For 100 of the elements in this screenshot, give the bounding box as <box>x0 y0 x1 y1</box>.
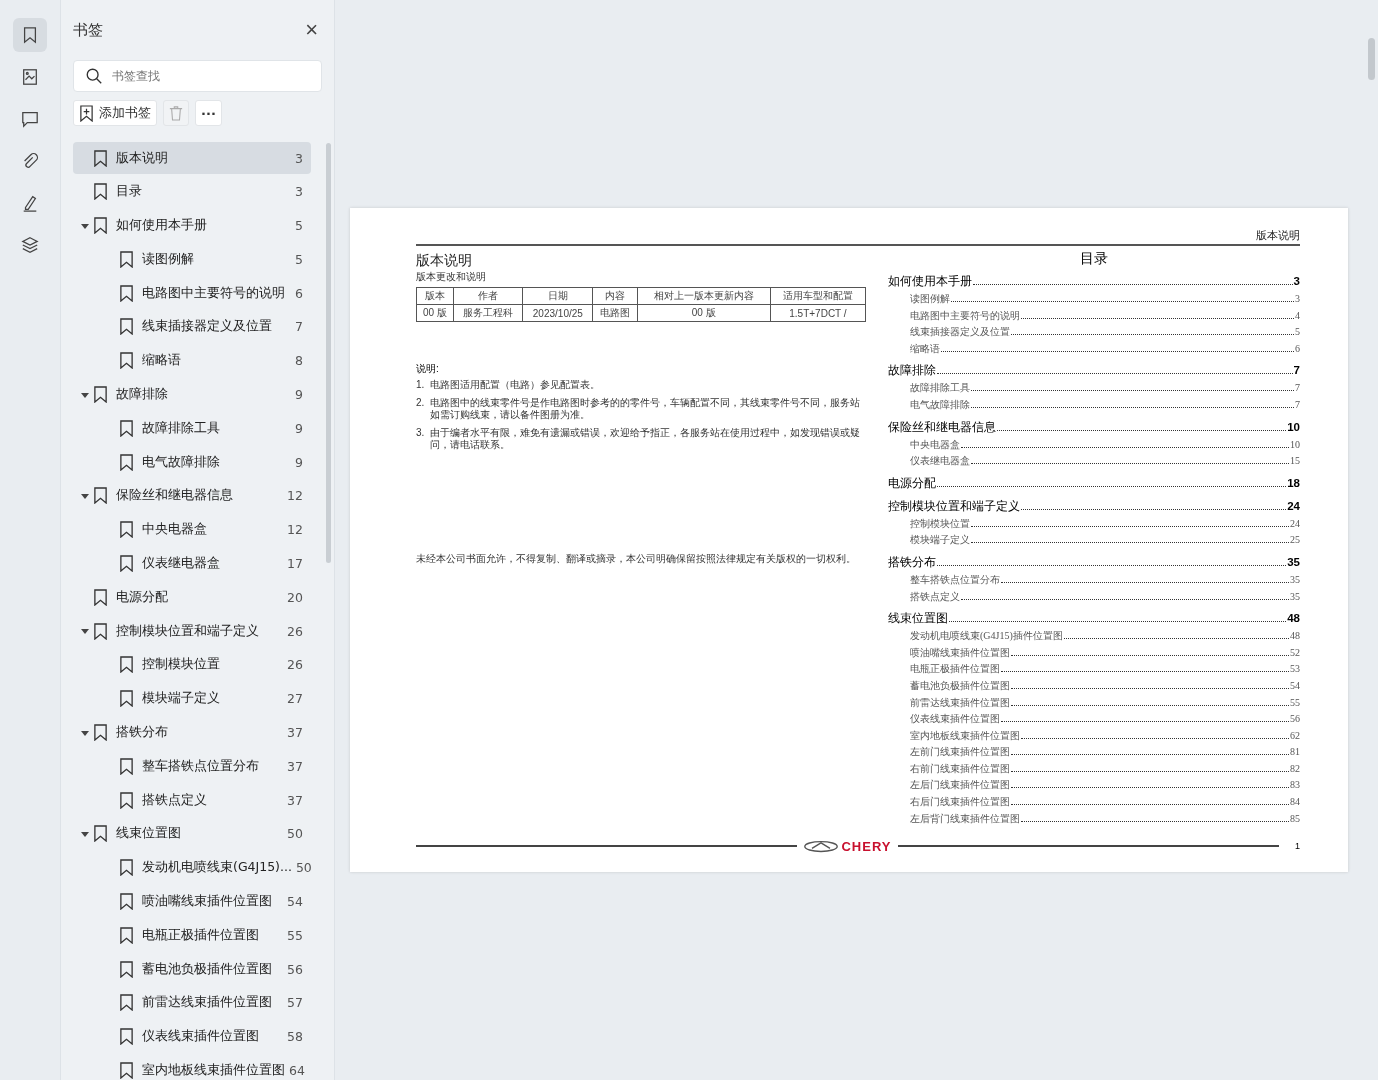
bookmark-item[interactable]: 版本说明 3 <box>73 142 311 174</box>
bookmark-item[interactable]: 喷油嘴线束插件位置图 54 <box>73 885 311 918</box>
table-cell: 1.5T+7DCT / <box>770 304 866 322</box>
toc-entry[interactable]: 读图例解 <box>910 292 950 306</box>
bookmark-item[interactable]: 蓄电池负极插件位置图 56 <box>73 953 311 986</box>
bookmark-item[interactable]: 故障排除工具 9 <box>73 412 311 445</box>
more-button[interactable]: ··· <box>195 100 222 126</box>
toc-section-title[interactable]: 线束位置图 <box>888 611 948 627</box>
bookmark-icon <box>93 183 108 201</box>
bookmark-item[interactable]: 读图例解 5 <box>73 243 311 276</box>
bookmark-item[interactable]: 整车搭铁点位置分布 37 <box>73 750 311 783</box>
caret-icon[interactable] <box>81 627 89 636</box>
toc-page-number: 54 <box>1290 679 1300 691</box>
caret-icon[interactable] <box>81 491 89 500</box>
toc-section-title[interactable]: 故障排除 <box>888 363 936 379</box>
bookmark-icon <box>93 149 108 167</box>
bookmark-item[interactable]: 电源分配 20 <box>73 581 311 614</box>
bookmark-item[interactable]: 电瓶正极插件位置图 55 <box>73 919 311 952</box>
toc-entry[interactable]: 整车搭铁点位置分布 <box>910 572 1000 587</box>
toc-section-title[interactable]: 控制模块位置和端子定义 <box>888 498 1020 514</box>
toc-page-number: 7 <box>1295 398 1300 410</box>
scrollbar-thumb[interactable] <box>326 143 331 563</box>
bookmark-title: 发动机电喷线束(G4J15)... <box>142 859 292 877</box>
close-button[interactable]: × <box>301 17 322 43</box>
bookmark-item[interactable]: 室内地板线束插件位置图 64 <box>73 1054 311 1080</box>
toc-section-title[interactable]: 搭铁分布 <box>888 554 936 570</box>
page-number: 12 <box>287 522 303 538</box>
toc-entry[interactable]: 电气故障排除 <box>910 397 970 412</box>
bookmark-item[interactable]: 仪表继电器盒 17 <box>73 547 311 580</box>
bookmark-item[interactable]: 仪表线束插件位置图 58 <box>73 1020 311 1053</box>
bookmark-item[interactable]: 发动机电喷线束(G4J15)... 50 <box>73 851 311 884</box>
bookmark-item[interactable]: 线束位置图 50 <box>73 817 311 850</box>
caret-icon[interactable] <box>81 728 89 737</box>
bookmark-item[interactable]: 电气故障排除 9 <box>73 446 311 479</box>
bookmark-icon <box>93 217 108 235</box>
toc-entry[interactable]: 仪表继电器盒 <box>910 454 970 469</box>
toc-page-number: 85 <box>1290 812 1300 824</box>
bookmark-icon <box>119 960 134 978</box>
toc-section-title[interactable]: 如何使用本手册 <box>888 274 972 289</box>
toc-entry[interactable]: 前雷达线束插件位置图 <box>910 695 1010 710</box>
bookmark-title: 蓄电池负极插件位置图 <box>142 960 273 978</box>
bookmark-item[interactable]: 故障排除 9 <box>73 378 311 411</box>
caret-icon[interactable] <box>81 829 89 838</box>
toc-page-number: 24 <box>1287 499 1300 512</box>
note-text: 电路图适用配置（电路）参见配置表。 <box>430 379 600 392</box>
toc-entry[interactable]: 左后门线束插件位置图 <box>910 778 1010 793</box>
bookmark-item[interactable]: 目录 3 <box>73 175 311 208</box>
page-number: 20 <box>287 589 303 605</box>
bookmark-icon <box>119 419 134 437</box>
toc-entry[interactable]: 蓄电池负极插件位置图 <box>910 678 1010 693</box>
toc-entry[interactable]: 右前门线束插件位置图 <box>910 761 1010 776</box>
toc-entry[interactable]: 模块端子定义 <box>910 533 970 548</box>
bookmark-item[interactable]: 线束插接器定义及位置 7 <box>73 311 311 343</box>
bookmark-item[interactable]: 搭铁分布 37 <box>73 716 311 749</box>
bookmark-item[interactable]: 保险丝和继电器信息 12 <box>73 479 311 512</box>
bookmark-item[interactable]: 控制模块位置和端子定义 26 <box>73 615 311 648</box>
bookmark-item[interactable]: 缩略语 8 <box>73 344 311 377</box>
toc-entry[interactable]: 左前门线束插件位置图 <box>910 745 1010 760</box>
caret-icon[interactable] <box>81 390 89 399</box>
bookmark-title: 线束插接器定义及位置 <box>142 318 273 336</box>
toc-entry[interactable]: 电路图中主要符号的说明 <box>910 308 1020 323</box>
bookmark-item[interactable]: 电路图中主要符号的说明 6 <box>73 277 311 310</box>
toc-entry[interactable]: 控制模块位置 <box>910 516 970 531</box>
page-number: 12 <box>287 488 303 504</box>
toc-entry[interactable]: 室内地板线束插件位置图 <box>910 728 1020 743</box>
bookmark-title: 搭铁分布 <box>116 724 169 742</box>
bookmark-item[interactable]: 控制模块位置 26 <box>73 648 311 681</box>
toc-entry[interactable]: 仪表线束插件位置图 <box>910 712 1000 727</box>
bookmark-title: 电气故障排除 <box>142 453 221 471</box>
toc-entry[interactable]: 缩略语 <box>910 341 940 356</box>
toc-section-title[interactable]: 保险丝和继电器信息 <box>888 419 996 435</box>
toc-entry[interactable]: 左后背门线束插件位置图 <box>910 811 1020 826</box>
bookmark-icon <box>119 1028 134 1046</box>
bookmark-item[interactable]: 前雷达线束插件位置图 57 <box>73 986 311 1019</box>
add-bookmark-button[interactable]: 添加书签 <box>73 100 157 126</box>
bookmark-item[interactable]: 如何使用本手册 5 <box>73 209 311 242</box>
table-cell: 00 版 <box>637 304 771 322</box>
toc-entry[interactable]: 搭铁点定义 <box>910 589 960 604</box>
logo-emblem-icon <box>803 839 840 853</box>
bookmark-item[interactable]: 模块端子定义 27 <box>73 682 311 715</box>
bookmark-plus-icon <box>79 104 94 122</box>
bookmark-item[interactable]: 搭铁点定义 37 <box>73 784 311 817</box>
scrollbar-thumb[interactable] <box>1367 38 1375 80</box>
page-number: 37 <box>287 758 303 774</box>
running-header: 版本说明 <box>1256 229 1300 241</box>
search-field[interactable]: 书签查找 <box>73 60 322 92</box>
bookmark-item[interactable]: 中央电器盒 12 <box>73 513 311 546</box>
page-number: 26 <box>287 623 303 639</box>
toc-entry[interactable]: 线束插接器定义及位置 <box>910 325 1010 340</box>
toc-page-number: 84 <box>1290 796 1300 808</box>
toc-entry[interactable]: 发动机电喷线束(G4J15)插件位置图 <box>910 629 1063 644</box>
toc-section-title[interactable]: 电源分配 <box>888 475 936 491</box>
toc-entry[interactable]: 喷油嘴线束插件位置图 <box>910 645 1010 660</box>
toc-entry[interactable]: 故障排除工具 <box>910 381 970 396</box>
toc-entry[interactable]: 电瓶正极插件位置图 <box>910 662 1000 677</box>
caret-icon[interactable] <box>81 221 89 230</box>
toc-entry[interactable]: 右后门线束插件位置图 <box>910 795 1010 810</box>
toc-entry[interactable]: 中央电器盒 <box>910 437 960 452</box>
bookmark-tool-icon[interactable] <box>13 18 47 52</box>
bookmark-title: 故障排除工具 <box>142 419 221 437</box>
